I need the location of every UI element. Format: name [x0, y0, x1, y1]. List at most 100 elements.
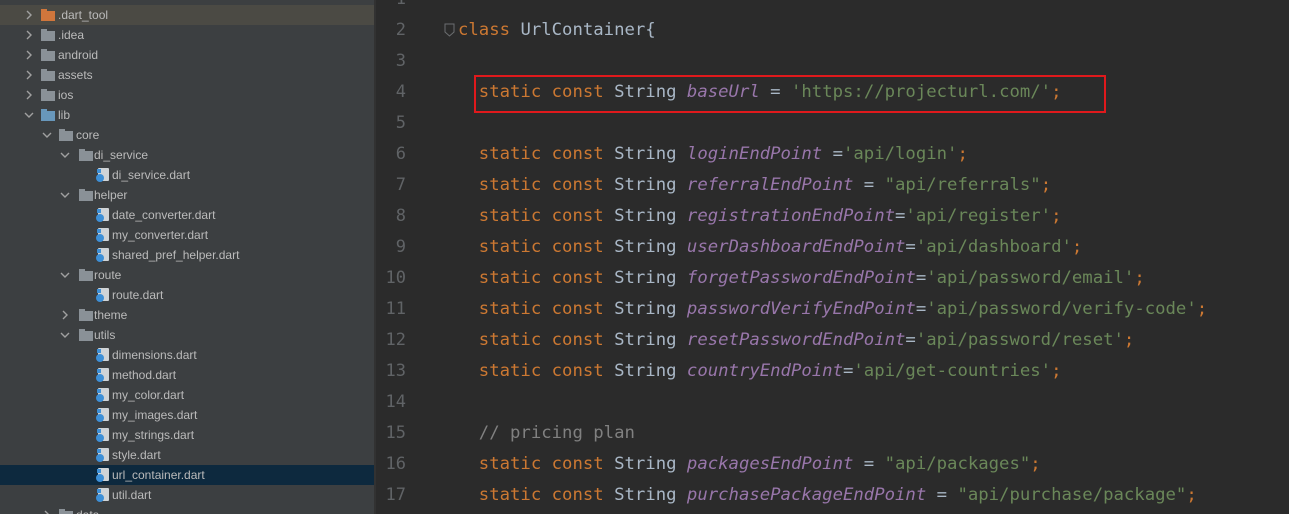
- tree-folder-item[interactable]: .idea: [0, 25, 374, 45]
- dart-file-icon: [96, 287, 112, 303]
- code-token: 'api/password/reset': [915, 330, 1124, 350]
- tree-folder-item[interactable]: di_service: [0, 145, 374, 165]
- code-token: "api/referrals": [884, 175, 1041, 195]
- code-token: ;: [1051, 206, 1062, 226]
- code-token: ;: [1134, 268, 1145, 288]
- chevron-right-icon[interactable]: [22, 45, 34, 65]
- code-line[interactable]: static const String loginEndPoint ='api/…: [458, 139, 968, 170]
- tree-item-label: android: [58, 48, 99, 62]
- chevron-down-icon[interactable]: [58, 145, 70, 165]
- tree-item-label: url_container.dart: [112, 468, 205, 482]
- line-number: 11: [385, 299, 406, 319]
- chevron-down-icon[interactable]: [22, 105, 34, 125]
- tree-file-item[interactable]: shared_pref_helper.dart: [0, 245, 374, 265]
- chevron-down-icon[interactable]: [40, 125, 52, 145]
- code-token: static const: [458, 454, 615, 474]
- code-token: 'api/password/email': [926, 268, 1135, 288]
- chevron-right-icon[interactable]: [22, 85, 34, 105]
- code-token: loginEndPoint: [686, 144, 823, 164]
- code-token: String: [614, 206, 687, 226]
- chevron-right-icon[interactable]: [22, 25, 34, 45]
- code-token: String: [614, 299, 687, 319]
- tree-file-item[interactable]: url_container.dart: [0, 465, 374, 485]
- code-line[interactable]: class UrlContainer{: [458, 15, 656, 46]
- code-line[interactable]: static const String registrationEndPoint…: [458, 201, 1062, 232]
- code-token: String: [614, 237, 687, 257]
- tree-folder-item[interactable]: android: [0, 45, 374, 65]
- code-token: 'api/login': [843, 144, 958, 164]
- code-token: String: [614, 485, 687, 505]
- dart-file-icon: [96, 367, 112, 383]
- chevron-down-icon[interactable]: [58, 185, 70, 205]
- tree-folder-item[interactable]: helper: [0, 185, 374, 205]
- tree-item-label: .dart_tool: [58, 8, 109, 22]
- chevron-down-icon[interactable]: [58, 325, 70, 345]
- chevron-right-icon[interactable]: [58, 305, 70, 325]
- tree-folder-item[interactable]: data: [0, 505, 374, 514]
- code-line[interactable]: static const String packagesEndPoint = "…: [458, 449, 1041, 480]
- line-number: 3: [395, 51, 406, 71]
- line-number: 10: [385, 268, 406, 288]
- code-line[interactable]: static const String resetPasswordEndPoin…: [458, 325, 1135, 356]
- tree-item-label: method.dart: [112, 368, 177, 382]
- code-token: =: [895, 206, 906, 226]
- folder-icon: [78, 307, 94, 323]
- tree-item-label: helper: [94, 188, 128, 202]
- tree-folder-item[interactable]: route: [0, 265, 374, 285]
- tree-item-label: data: [76, 505, 99, 514]
- tree-folder-item[interactable]: .dart_tool: [0, 5, 374, 25]
- tree-file-item[interactable]: my_color.dart: [0, 385, 374, 405]
- code-line[interactable]: // pricing plan: [458, 418, 635, 449]
- code-line[interactable]: static const String purchasePackageEndPo…: [458, 480, 1197, 511]
- code-line[interactable]: static const String userDashboardEndPoin…: [458, 232, 1083, 263]
- tree-file-item[interactable]: route.dart: [0, 285, 374, 305]
- tree-file-item[interactable]: method.dart: [0, 365, 374, 385]
- code-line[interactable]: static const String referralEndPoint = "…: [458, 170, 1051, 201]
- tree-file-item[interactable]: util.dart: [0, 485, 374, 505]
- chevron-right-icon[interactable]: [22, 5, 34, 25]
- tree-item-label: route.dart: [112, 288, 164, 302]
- tree-file-item[interactable]: date_converter.dart: [0, 205, 374, 225]
- code-token: =: [926, 485, 958, 505]
- tree-file-item[interactable]: my_strings.dart: [0, 425, 374, 445]
- code-token: String: [614, 144, 687, 164]
- tree-file-item[interactable]: dimensions.dart: [0, 345, 374, 365]
- dart-file-icon: [96, 247, 112, 263]
- tree-folder-item[interactable]: core: [0, 125, 374, 145]
- code-token: UrlContainer{: [520, 20, 656, 40]
- tree-item-label: date_converter.dart: [112, 208, 216, 222]
- tree-folder-item[interactable]: ios: [0, 85, 374, 105]
- tree-folder-item[interactable]: utils: [0, 325, 374, 345]
- code-line[interactable]: static const String countryEndPoint='api…: [458, 356, 1062, 387]
- line-number: 5: [395, 113, 406, 133]
- code-token: class: [458, 20, 521, 40]
- tree-item-label: my_images.dart: [112, 408, 198, 422]
- line-number: 4: [395, 82, 406, 102]
- code-token: // pricing plan: [458, 423, 635, 443]
- project-tree-panel: .dart_tool .idea android assets ios lib core di…: [0, 0, 374, 514]
- code-token: static const: [458, 144, 615, 164]
- line-number: 16: [385, 454, 406, 474]
- tree-file-item[interactable]: di_service.dart: [0, 165, 374, 185]
- chevron-right-icon[interactable]: [40, 505, 52, 514]
- dart-file-icon: [96, 167, 112, 183]
- chevron-right-icon[interactable]: [22, 65, 34, 85]
- code-line[interactable]: static const String passwordVerifyEndPoi…: [458, 294, 1207, 325]
- folder-icon: [78, 147, 94, 163]
- tree-folder-item[interactable]: theme: [0, 305, 374, 325]
- highlight-annotation-box: [474, 75, 1106, 113]
- dart-file-icon: [96, 487, 112, 503]
- fold-marker-icon[interactable]: [444, 23, 455, 37]
- tree-file-item[interactable]: my_converter.dart: [0, 225, 374, 245]
- code-token: registrationEndPoint: [686, 206, 896, 226]
- tree-file-item[interactable]: my_images.dart: [0, 405, 374, 425]
- folder-icon: [40, 107, 56, 123]
- code-token: =: [822, 144, 843, 164]
- tree-item-label: lib: [58, 108, 71, 122]
- tree-folder-item[interactable]: assets: [0, 65, 374, 85]
- tree-file-item[interactable]: style.dart: [0, 445, 374, 465]
- code-token: purchasePackageEndPoint: [686, 485, 927, 505]
- code-line[interactable]: static const String forgetPasswordEndPoi…: [458, 263, 1145, 294]
- chevron-down-icon[interactable]: [58, 265, 70, 285]
- tree-folder-item[interactable]: lib: [0, 105, 374, 125]
